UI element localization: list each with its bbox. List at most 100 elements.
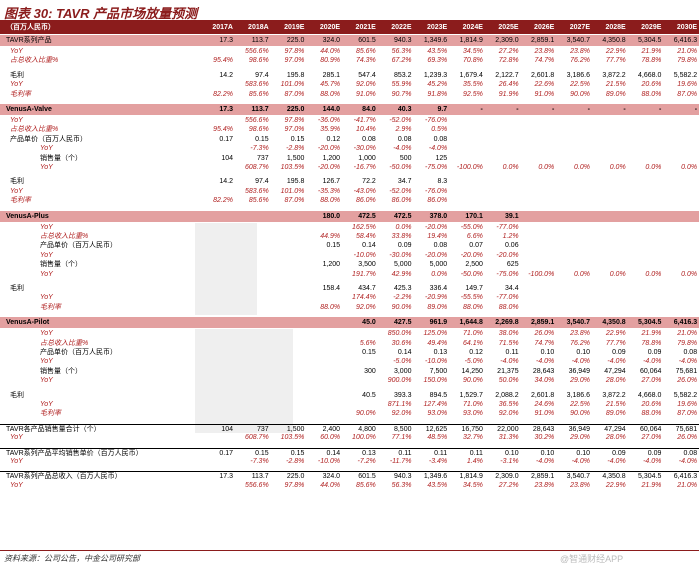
table-cell: -4.0% (536, 458, 555, 465)
table-cell: 39.1 (504, 212, 519, 220)
table-cell: 95.4% (213, 57, 233, 65)
table-cell: 191.7% (352, 270, 376, 278)
table-cell: 0.0% (609, 164, 626, 171)
table-cell: -3.1% (500, 458, 519, 465)
table-cell: 31.3% (498, 434, 519, 442)
bottom-rule (0, 550, 699, 551)
table-cell: 0.0% (609, 270, 626, 278)
table-row: VenusA-Plus 180.0 472.5 472.5 378.0 170.1 39.1 (0, 210, 699, 222)
table-cell: 180.0 (322, 212, 341, 220)
table-cell: 225.0 (286, 37, 305, 44)
table-cell: 85.6% (355, 481, 376, 489)
table-cell: 225.0 (286, 106, 305, 113)
table-cell: 0.0% (574, 164, 590, 171)
table-cell: 90.0% (391, 303, 412, 311)
table-cell: 17.3 (219, 37, 233, 44)
table-cell: -3.4% (428, 458, 448, 465)
table-cell: 0.0% (645, 164, 662, 171)
table-cell: 1.4% (466, 458, 483, 465)
table-cell: 91.8% (427, 90, 448, 98)
table-cell: -10.0% (317, 458, 341, 465)
forecast-table: （百万人民币） 2017A 2018A 2019E 2020E 2021E 2022E 202… (0, 22, 699, 550)
table-cell: 1,349.6 (423, 37, 448, 44)
header-row: （百万人民币） 2017A 2018A 2019E 2020E 2021E 2022E 202… (0, 22, 699, 34)
year-header: 2018A (248, 24, 269, 31)
table-cell: 86.0% (391, 197, 412, 205)
table-cell: 34.5% (463, 481, 483, 489)
table-cell: 29.0% (570, 377, 590, 385)
table-cell: 69.3% (427, 57, 448, 65)
table-cell: 608.7% (244, 164, 269, 171)
watermark: @智通财经APP (560, 554, 624, 564)
table-row: YoY 191.7% 42.9% 0.0% -50.0% -75.0% -100.0% 0.0… (0, 270, 699, 280)
table-cell: 88.0% (641, 410, 662, 418)
table-cell: 90.0% (570, 410, 590, 418)
table-row: YoY 900.0% 150.0% 90.0% 50.0% 34.0% 29.0% 28.0%… (0, 376, 699, 386)
table-cell: 91.0% (534, 410, 555, 418)
year-header: 2029E (641, 24, 662, 31)
table-cell: 26.0% (677, 377, 698, 385)
table-cell: 97.0% (284, 57, 305, 65)
table-cell: -75.0% (425, 164, 448, 171)
table-row: YoY -7.3% -2.8% -10.0% -7.2% -11.7% -3.4% 1.4% -… (0, 457, 699, 467)
table-cell: 21.9% (641, 481, 662, 489)
table-cell: 92.5% (463, 90, 483, 98)
table-cell: 601.5 (358, 37, 376, 44)
table-cell: -2.8% (286, 458, 305, 465)
table-cell: 472.5 (393, 212, 412, 220)
table-cell: 82.2% (213, 197, 233, 205)
table-cell: -7.3% (250, 458, 269, 465)
table-cell: 556.6% (244, 481, 269, 489)
year-header: 2020E (319, 24, 341, 31)
table-cell: 2,309.0 (495, 37, 519, 44)
table-cell: 48.5% (427, 434, 448, 442)
table-cell: 80.9% (320, 57, 341, 65)
table-cell: 91.9% (498, 90, 519, 98)
table-cell: 56.3% (391, 481, 412, 489)
table-cell: 170.1 (465, 212, 483, 220)
table-cell: 87.0% (284, 197, 305, 205)
table-cell: 1,814.9 (459, 37, 483, 44)
table-cell: - (551, 106, 555, 113)
table-cell: 4,350.8 (602, 37, 626, 44)
table-cell: 23.8% (534, 481, 555, 489)
table-row: YoY 608.7% 103.5% 60.0% 100.0% 77.1% 48.5% 32.7… (0, 433, 699, 443)
year-header: 2024E (462, 24, 483, 31)
table-cell: -50.0% (460, 270, 483, 278)
table-row: VenusA-Pilot 45.0 427.5 961.9 1,644.8 2,269.8… (0, 317, 699, 329)
table-cell: 87.0% (677, 90, 698, 98)
row-label: YoY (10, 434, 23, 442)
table-cell: 88.0% (463, 303, 483, 311)
table-cell: 608.7% (244, 434, 269, 442)
table-cell: 92.0% (355, 303, 376, 311)
table-cell: 89.0% (427, 303, 448, 311)
table-cell: 940.3 (393, 37, 412, 44)
table-cell: -4.0% (607, 458, 626, 465)
row-label: YoY (40, 270, 53, 278)
year-header: 2021E (355, 24, 376, 31)
table-row: YoY 608.7% 103.5% -20.0% -16.7% -50.0% -75.0% -… (0, 163, 699, 173)
table-cell: 28.0% (605, 377, 626, 385)
table-cell: - (659, 106, 662, 113)
row-label: VenusA-Plus (6, 212, 49, 220)
table-cell: 42.9% (391, 270, 412, 278)
table-cell: 32.7% (463, 434, 483, 442)
year-header: 2023E (426, 24, 448, 31)
table-cell: 0.0% (502, 164, 519, 171)
table-cell: 0.0% (681, 270, 698, 278)
table-cell: 5,304.5 (638, 37, 662, 44)
table-cell: 98.6% (248, 57, 269, 65)
table-cell: 92.0% (498, 410, 519, 418)
table-row: 毛利率 82.2% 85.6% 87.0% 88.0% 91.0% 90.7% 91.8% 92… (0, 90, 699, 100)
table-cell: 0.0% (431, 270, 448, 278)
table-cell: 79.8% (677, 57, 698, 65)
table-cell: 93.0% (427, 410, 448, 418)
table-cell: 900.0% (387, 377, 412, 385)
table-cell: 89.0% (605, 90, 626, 98)
table-cell: 3,540.7 (566, 319, 590, 327)
table-cell: -100.0% (528, 270, 555, 278)
table-cell: -20.0% (317, 164, 341, 171)
table-cell: 93.0% (463, 410, 483, 418)
table-cell: - (516, 106, 519, 113)
table-row: 毛利率 82.2% 85.6% 87.0% 88.0% 86.0% 86.0% 86.0% (0, 196, 699, 206)
